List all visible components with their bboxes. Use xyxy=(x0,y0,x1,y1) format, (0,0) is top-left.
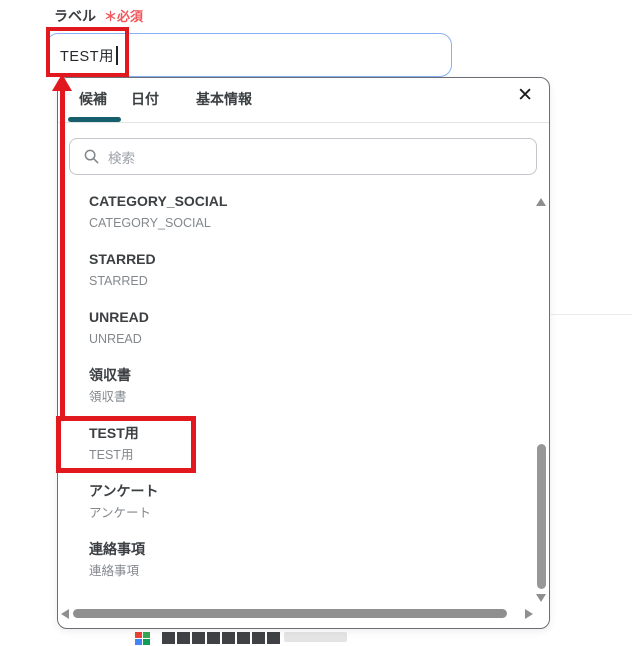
annotation-arrow-head xyxy=(52,74,72,91)
vertical-scrollbar-thumb[interactable] xyxy=(537,444,546,589)
suggestion-popup: 候補 日付 基本情報 ✕ 検索 CATEGORY_SOCIAL CATEGORY… xyxy=(57,77,550,629)
required-badge: ＊必須 xyxy=(104,9,144,24)
close-icon[interactable]: ✕ xyxy=(517,85,533,107)
item-title: STARRED xyxy=(89,251,156,267)
candidate-list-item[interactable]: 連絡事項 連絡事項 xyxy=(58,531,534,589)
item-subtitle: アンケート xyxy=(89,506,152,520)
item-title: CATEGORY_SOCIAL xyxy=(89,193,228,209)
search-input[interactable]: 検索 xyxy=(69,138,537,175)
item-subtitle: UNREAD xyxy=(89,332,142,346)
candidate-list-item[interactable]: アンケート アンケート xyxy=(58,473,534,531)
item-title: 領収書 xyxy=(89,367,131,383)
horizontal-scrollbar-thumb[interactable] xyxy=(73,609,507,618)
clipped-background-row xyxy=(135,632,347,645)
scroll-up-icon[interactable] xyxy=(536,198,546,206)
candidate-list-item[interactable]: 領収書 領収書 xyxy=(58,357,534,415)
tab-basic-info[interactable]: 基本情報 xyxy=(196,89,252,109)
item-title: アンケート xyxy=(89,483,159,499)
item-subtitle: 連絡事項 xyxy=(89,564,140,578)
candidate-list-item[interactable]: UNREAD UNREAD xyxy=(58,299,534,357)
candidate-list: CATEGORY_SOCIAL CATEGORY_SOCIAL STARRED … xyxy=(58,183,534,589)
candidate-list-item[interactable]: CATEGORY_SOCIAL CATEGORY_SOCIAL xyxy=(58,183,534,241)
clipped-gray-block xyxy=(284,632,347,642)
tab-candidates[interactable]: 候補 xyxy=(79,89,107,109)
item-subtitle: CATEGORY_SOCIAL xyxy=(89,216,211,230)
field-label: ラベル xyxy=(54,8,96,24)
item-title: 連絡事項 xyxy=(89,541,145,557)
item-title: UNREAD xyxy=(89,309,149,325)
annotation-box-list-item xyxy=(56,416,196,473)
clipped-text-glyphs xyxy=(162,632,280,644)
annotation-arrow-shaft xyxy=(60,90,65,417)
scroll-down-icon[interactable] xyxy=(536,594,546,602)
scroll-left-icon[interactable] xyxy=(61,609,69,619)
tab-date[interactable]: 日付 xyxy=(131,89,159,109)
background-divider xyxy=(551,314,632,315)
item-subtitle: STARRED xyxy=(89,274,148,288)
scroll-right-icon[interactable] xyxy=(525,609,533,619)
label-color-icon xyxy=(135,632,151,646)
search-icon xyxy=(84,149,99,164)
item-subtitle: 領収書 xyxy=(89,390,127,404)
search-placeholder: 検索 xyxy=(108,150,135,166)
field-label-row: ラベル ＊必須 xyxy=(54,6,143,26)
tabs-divider xyxy=(58,122,549,123)
candidate-list-item[interactable]: STARRED STARRED xyxy=(58,241,534,299)
annotation-box-input xyxy=(46,27,129,77)
